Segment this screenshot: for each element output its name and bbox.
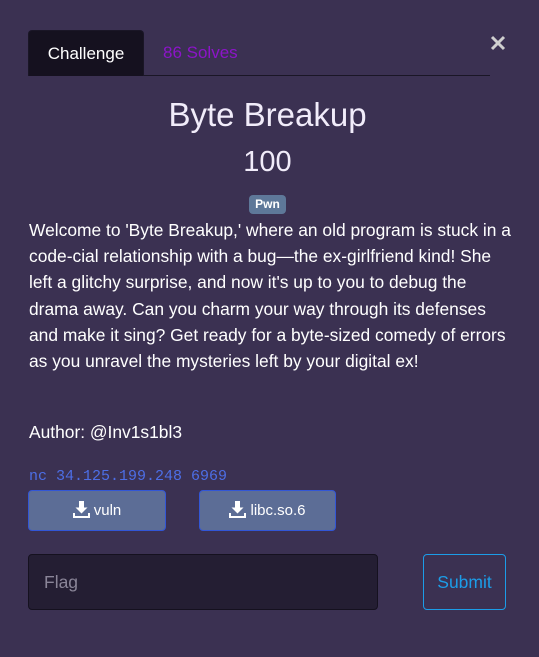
connection-info: nc 34.125.199.248 6969 [29, 468, 228, 485]
submit-button[interactable]: Submit [423, 554, 506, 610]
download-vuln-label: vuln [93, 502, 122, 519]
flag-input[interactable] [28, 554, 378, 610]
challenge-title: Byte Breakup [168, 96, 367, 133]
download-icon [72, 501, 90, 518]
challenge-description: Welcome to 'Byte Breakup,' where an old … [29, 220, 511, 372]
category-badge-wrap: Pwn [0, 195, 535, 214]
challenge-author: Author: @Inv1s1bl3 [29, 422, 183, 442]
download-libc-label: libc.so.6 [250, 502, 306, 519]
close-icon[interactable] [488, 32, 508, 54]
challenge-points: 100 [243, 146, 292, 178]
download-icon [229, 501, 247, 518]
tab-solves[interactable]: 86 Solves [163, 30, 238, 75]
category-badge: Pwn [249, 195, 286, 214]
download-vuln-button[interactable]: vuln [28, 490, 166, 531]
tab-challenge[interactable]: Challenge [28, 30, 144, 76]
challenge-tabs: Challenge 86 Solves [28, 30, 490, 76]
download-libc-button[interactable]: libc.so.6 [199, 490, 336, 531]
